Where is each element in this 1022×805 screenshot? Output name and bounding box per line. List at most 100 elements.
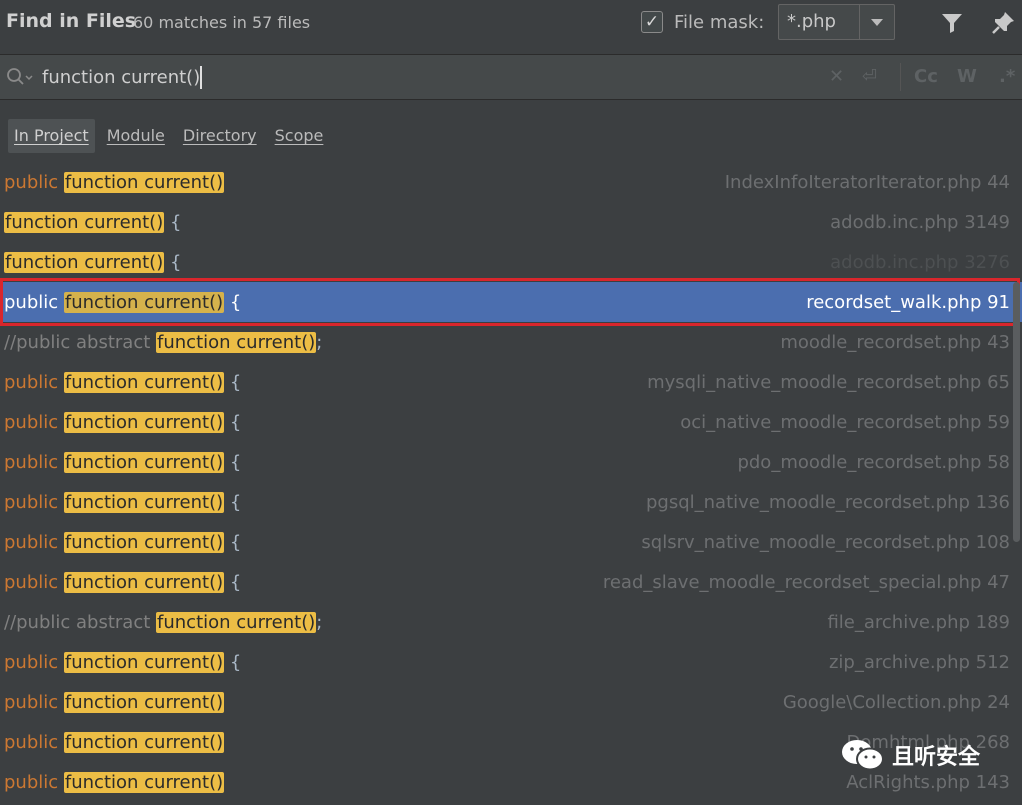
result-file-location: adodb.inc.php 3276 [830, 252, 1010, 273]
result-file-location: mysqli_native_moodle_recordset.php 65 [647, 372, 1010, 393]
result-prefix: public [4, 572, 59, 593]
results-list: public function current() IndexInfoIterat… [0, 162, 1022, 802]
result-row[interactable]: function current() { adodb.inc.php 3276 [0, 242, 1022, 282]
wechat-logo-icon [842, 740, 884, 771]
result-match-highlight: function current() [63, 412, 225, 433]
result-row[interactable]: public function current() { read_slave_mo… [0, 562, 1022, 602]
file-mask-combo[interactable]: *.php [778, 4, 895, 40]
result-prefix: public [4, 772, 59, 793]
result-file-location: pdo_moodle_recordset.php 58 [737, 452, 1010, 473]
result-prefix: public [4, 452, 59, 473]
result-match-highlight: function current() [156, 332, 317, 353]
result-code: public function current() { [4, 370, 241, 396]
whole-words-toggle[interactable]: W [957, 66, 977, 88]
tab-scope[interactable]: Scope [269, 119, 330, 153]
result-match-highlight: function current() [63, 572, 225, 593]
find-in-files-header: Find in Files 60 matches in 57 files ✓ F… [0, 0, 1022, 48]
chevron-down-icon[interactable] [860, 5, 894, 39]
result-file-location: pgsql_native_moodle_recordset.php 136 [645, 492, 1010, 513]
result-row[interactable]: public function current() { recordset_wal… [0, 282, 1022, 322]
result-code: public function current() { [4, 450, 241, 476]
result-match-highlight: function current() [156, 612, 317, 633]
result-row[interactable]: public function current() { zip_archive.p… [0, 642, 1022, 682]
regex-toggle[interactable]: .* [999, 66, 1015, 88]
result-file-location: recordset_walk.php 91 [806, 292, 1010, 313]
result-code: public function current() { [4, 650, 241, 676]
result-suffix: { [224, 572, 242, 593]
result-code: public function current() { [4, 290, 241, 316]
result-match-highlight: function current() [63, 172, 225, 193]
tab-in-project[interactable]: In Project [8, 119, 95, 153]
result-code: function current() { [4, 250, 181, 276]
result-prefix: public [4, 652, 59, 673]
file-mask-checkbox[interactable]: ✓ [641, 11, 663, 33]
result-suffix: { [224, 532, 242, 553]
tab-directory[interactable]: Directory [177, 119, 263, 153]
results-scrollbar[interactable] [1013, 282, 1020, 542]
result-file-location: adodb.inc.php 3149 [830, 212, 1010, 233]
result-match-highlight: function current() [63, 772, 225, 793]
result-row[interactable]: public function current() { mysqli_native… [0, 362, 1022, 402]
result-suffix: ; [316, 612, 323, 633]
pin-icon[interactable] [990, 10, 1016, 36]
tab-module[interactable]: Module [101, 119, 171, 153]
result-match-highlight: function current() [63, 372, 225, 393]
result-row[interactable]: public function current() {oci_native_mo… [0, 402, 1022, 442]
match-summary: 60 matches in 57 files [133, 13, 311, 32]
watermark: 且听安全 [840, 733, 980, 777]
result-row[interactable]: //public abstract function current(); moo… [0, 322, 1022, 362]
match-case-toggle[interactable]: Cc [914, 66, 938, 88]
result-prefix: public [4, 532, 59, 553]
result-match-highlight: function current() [63, 652, 225, 673]
result-suffix: { [224, 492, 242, 513]
watermark-text: 且听安全 [892, 745, 981, 770]
result-code: public function current() [4, 170, 225, 196]
result-match-highlight: function current() [63, 732, 225, 753]
search-divider [0, 99, 1022, 100]
result-code: public function current() [4, 690, 225, 716]
dialog-title: Find in Files [6, 10, 137, 32]
clear-icon[interactable]: ✕ [829, 66, 844, 88]
result-prefix: public [4, 412, 59, 433]
result-prefix: public [4, 692, 59, 713]
scope-tabs: In Project Module Directory Scope [8, 119, 329, 153]
filter-icon[interactable] [940, 11, 964, 35]
result-prefix: public [4, 732, 59, 753]
search-icon[interactable] [6, 67, 34, 87]
result-match-highlight: function current() [63, 452, 225, 473]
result-suffix: { [224, 652, 242, 673]
search-bar: ✕ ⏎ Cc W .* [0, 55, 1022, 99]
result-row[interactable]: public function current() { pdo_moodle_re… [0, 442, 1022, 482]
result-file-location: moodle_recordset.php 43 [780, 332, 1010, 353]
result-match-highlight: function current() [63, 492, 225, 513]
result-file-location: zip_archive.php 512 [828, 652, 1010, 673]
result-code: function current() { [4, 210, 181, 236]
text-caret [200, 66, 202, 89]
result-row[interactable]: public function current() { sqlsrv_native… [0, 522, 1022, 562]
result-code: public function current() [4, 730, 225, 756]
result-match-highlight: function current() [63, 692, 225, 713]
result-match-highlight: function current() [63, 292, 225, 313]
result-suffix: { [164, 252, 182, 273]
result-row[interactable]: //public abstract function current(); fil… [0, 602, 1022, 642]
file-mask-value[interactable]: *.php [779, 5, 860, 39]
result-file-location: IndexInfoIteratorIterator.php 44 [724, 172, 1010, 193]
newline-icon[interactable]: ⏎ [862, 66, 877, 88]
result-file-location: sqlsrv_native_moodle_recordset.php 108 [641, 532, 1010, 553]
result-code: public function current() [4, 770, 225, 796]
result-suffix: { [224, 292, 242, 313]
result-row[interactable]: public function current() IndexInfoIterat… [0, 162, 1022, 202]
result-match-highlight: function current() [63, 532, 225, 553]
result-row[interactable]: public function current() Google\Collecti… [0, 682, 1022, 722]
result-match-highlight: function current() [4, 212, 165, 233]
result-file-location: file_archive.php 189 [827, 612, 1010, 633]
result-match-highlight: function current() [4, 252, 165, 273]
result-row[interactable]: function current() { adodb.inc.php 3149 [0, 202, 1022, 242]
result-file-location: Google\Collection.php 24 [782, 692, 1010, 713]
result-code: public function current() { [4, 530, 241, 556]
result-row[interactable]: public function current() {pgsql_native_… [0, 482, 1022, 522]
result-suffix: { [224, 452, 242, 473]
result-suffix: ; [316, 332, 323, 353]
result-file-location: read_slave_moodle_recordset_special.php … [602, 572, 1010, 593]
search-input[interactable] [42, 64, 802, 90]
